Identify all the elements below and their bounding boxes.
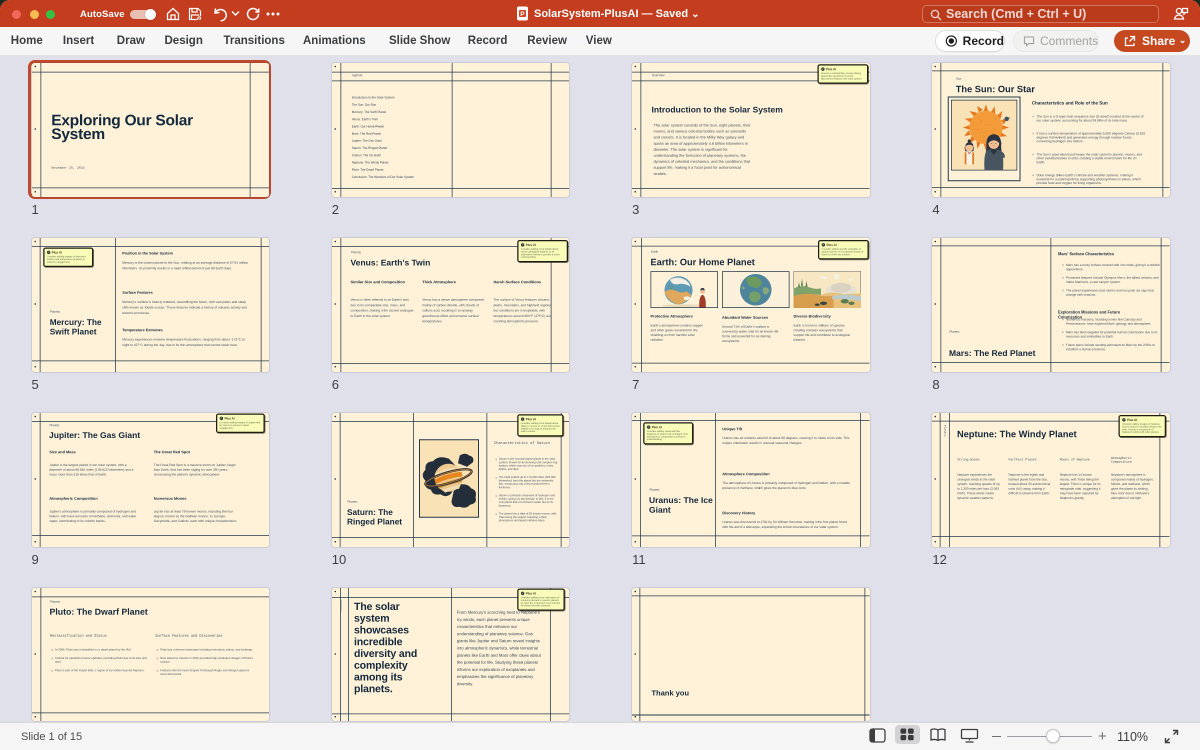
- svg-text:P: P: [520, 11, 525, 18]
